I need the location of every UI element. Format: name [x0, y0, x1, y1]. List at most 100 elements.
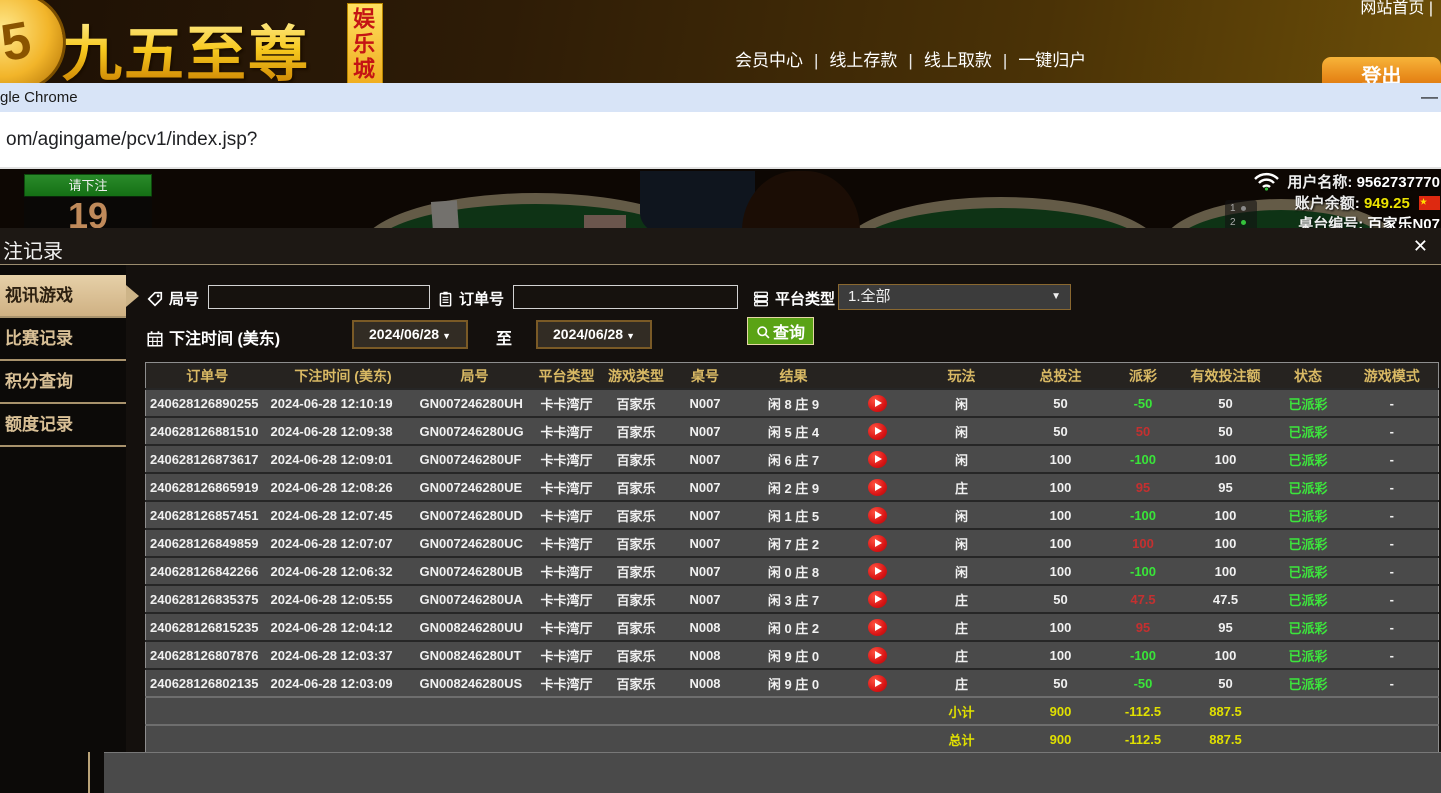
date-from-select[interactable]: 2024/06/28▼: [352, 320, 468, 349]
play-video-icon[interactable]: [868, 563, 887, 580]
column-header: 局号: [418, 363, 532, 390]
logout-button[interactable]: 登出: [1322, 57, 1441, 83]
cell-game: 百家乐: [602, 473, 671, 501]
cell-platform: 卡卡湾厅: [532, 613, 602, 641]
clipboard-icon: [437, 290, 454, 308]
empty-cell: [671, 697, 740, 725]
cell-mode: -: [1346, 557, 1439, 585]
cell-order: 240628126865919: [146, 473, 269, 501]
nav-item[interactable]: 线上取款: [924, 51, 992, 70]
date-to-select[interactable]: 2024/06/28▼: [536, 320, 652, 349]
table-row: 2406281268422662024-06-28 12:06:32GN0072…: [146, 557, 1439, 585]
table-row: 2406281268659192024-06-28 12:08:26GN0072…: [146, 473, 1439, 501]
play-video-icon[interactable]: [868, 507, 887, 524]
nav-item[interactable]: 会员中心: [735, 51, 803, 70]
column-header: 游戏类型: [602, 363, 671, 390]
cell-video: [848, 445, 908, 473]
sidebar-item[interactable]: 比赛记录: [0, 318, 126, 361]
cell-total: 100: [1016, 529, 1106, 557]
cell-video: [848, 669, 908, 697]
cell-bet: 闲: [908, 417, 1016, 445]
cell-game: 百家乐: [602, 557, 671, 585]
date-from-value: 2024/06/28: [369, 326, 439, 342]
play-video-icon[interactable]: [868, 591, 887, 608]
search-button-label: 查询: [773, 325, 805, 342]
cell-video: [848, 613, 908, 641]
empty-cell: [532, 725, 602, 753]
cell-platform: 卡卡湾厅: [532, 557, 602, 585]
cell-total: 100: [1016, 501, 1106, 529]
play-video-icon[interactable]: [868, 619, 887, 636]
empty-cell: [418, 697, 532, 725]
table-row: 2406281268353752024-06-28 12:05:55GN0072…: [146, 585, 1439, 613]
order-input[interactable]: [513, 285, 738, 309]
minimize-icon[interactable]: —: [1421, 87, 1438, 107]
seat-dot-icon: [1241, 206, 1246, 211]
empty-cell: [1346, 725, 1439, 753]
to-label: 至: [496, 325, 512, 349]
round-input[interactable]: [208, 285, 430, 309]
play-video-icon[interactable]: [868, 423, 887, 440]
cell-mode: -: [1346, 473, 1439, 501]
cell-video: [848, 641, 908, 669]
play-video-icon[interactable]: [868, 451, 887, 468]
play-video-icon[interactable]: [868, 479, 887, 496]
empty-cell: [848, 697, 908, 725]
sidebar-item[interactable]: 额度记录: [0, 404, 126, 447]
table-row: 2406281268574512024-06-28 12:07:45GN0072…: [146, 501, 1439, 529]
cell-video: [848, 585, 908, 613]
cell-video: [848, 389, 908, 417]
cell-payout: 47.5: [1106, 585, 1181, 613]
cell-order: 240628126807876: [146, 641, 269, 669]
cell-order: 240628126815235: [146, 613, 269, 641]
cell-order: 240628126842266: [146, 557, 269, 585]
play-video-icon[interactable]: [868, 395, 887, 412]
bottom-panel: [104, 752, 1441, 793]
subtotal-value: -112.5: [1106, 697, 1181, 725]
cell-round: GN007246280UH: [418, 389, 532, 417]
url-text[interactable]: om/agingame/pcv1/index.jsp?: [6, 129, 257, 151]
platform-select[interactable]: 1.全部 ▼: [838, 284, 1071, 310]
play-video-icon[interactable]: [868, 535, 887, 552]
close-icon[interactable]: ✕: [1413, 236, 1428, 257]
cell-game: 百家乐: [602, 669, 671, 697]
seat-number: 1: [1230, 203, 1236, 214]
search-button[interactable]: 查询: [747, 317, 814, 345]
empty-cell: [146, 725, 269, 753]
sidebar-item[interactable]: 积分查询: [0, 361, 126, 404]
cell-game: 百家乐: [602, 445, 671, 473]
cell-bet: 庄: [908, 473, 1016, 501]
cell-round: GN007246280UD: [418, 501, 532, 529]
cell-video: [848, 473, 908, 501]
empty-cell: [848, 725, 908, 753]
grand-total-value: 900: [1016, 725, 1106, 753]
cell-platform: 卡卡湾厅: [532, 389, 602, 417]
cell-result: 闲 7 庄 2: [740, 529, 848, 557]
chevron-down-icon: ▼: [626, 331, 635, 341]
column-header: 有效投注额: [1181, 363, 1271, 390]
cell-round: GN008246280UT: [418, 641, 532, 669]
cell-round: GN007246280UC: [418, 529, 532, 557]
cell-status: 已派彩: [1271, 641, 1346, 669]
cell-table_no: N007: [671, 501, 740, 529]
cell-time: 2024-06-28 12:09:01: [269, 445, 418, 473]
nav-item[interactable]: 一键归户: [1018, 51, 1086, 70]
order-filter-label: 订单号: [437, 288, 504, 309]
user-name-label: 用户名称:: [1287, 174, 1352, 191]
nav-item[interactable]: 线上存款: [829, 51, 897, 70]
home-link[interactable]: 网站首页 |: [1360, 0, 1433, 18]
play-video-icon[interactable]: [868, 647, 887, 664]
calendar-icon: [146, 330, 164, 348]
column-header: 下注时间 (美东): [269, 363, 418, 390]
cell-payout: -50: [1106, 669, 1181, 697]
cell-status: 已派彩: [1271, 473, 1346, 501]
column-header-video: [848, 363, 908, 390]
seat-number: 2: [1230, 217, 1236, 228]
play-video-icon[interactable]: [868, 675, 887, 692]
cell-table_no: N008: [671, 641, 740, 669]
user-name-value: 9562737770: [1357, 174, 1440, 191]
sidebar-item[interactable]: 视讯游戏: [0, 275, 126, 318]
cell-round: GN008246280UU: [418, 613, 532, 641]
cell-total: 100: [1016, 641, 1106, 669]
cell-mode: -: [1346, 669, 1439, 697]
